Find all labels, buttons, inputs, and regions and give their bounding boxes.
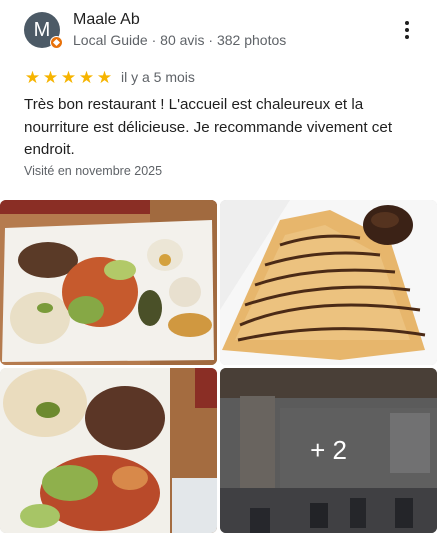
reviewer-name[interactable]: Maale Ab (73, 11, 140, 29)
photo-crepe[interactable] (220, 200, 437, 365)
star-icon: ★ (78, 67, 95, 87)
more-vert-icon[interactable] (395, 18, 419, 42)
reviewer-meta: Local Guide · 80 avis · 382 photos (73, 32, 287, 48)
more-photos-count[interactable]: + 2 (220, 368, 437, 533)
rating-row: ★ ★ ★ ★ ★ il y a 5 mois (24, 67, 195, 87)
review-header: M Maale Ab Local Guide · 80 avis · 382 p… (24, 10, 419, 52)
star-icon: ★ (24, 67, 41, 87)
review-text: Très bon restaurant ! L'accueil est chal… (24, 96, 393, 158)
photo-hummus-plate[interactable] (0, 368, 217, 533)
local-guide-badge-icon (50, 36, 63, 49)
photo-interior-more[interactable]: + 2 (220, 368, 437, 533)
star-rating: ★ ★ ★ ★ ★ (24, 69, 113, 86)
star-icon: ★ (42, 67, 59, 87)
star-icon: ★ (60, 67, 77, 87)
star-icon: ★ (96, 67, 113, 87)
review-time: il y a 5 mois (121, 69, 195, 85)
photo-grid: + 2 (0, 200, 437, 533)
photo-mezze-plate[interactable] (0, 200, 217, 365)
visit-date: Visité en novembre 2025 (24, 164, 163, 178)
